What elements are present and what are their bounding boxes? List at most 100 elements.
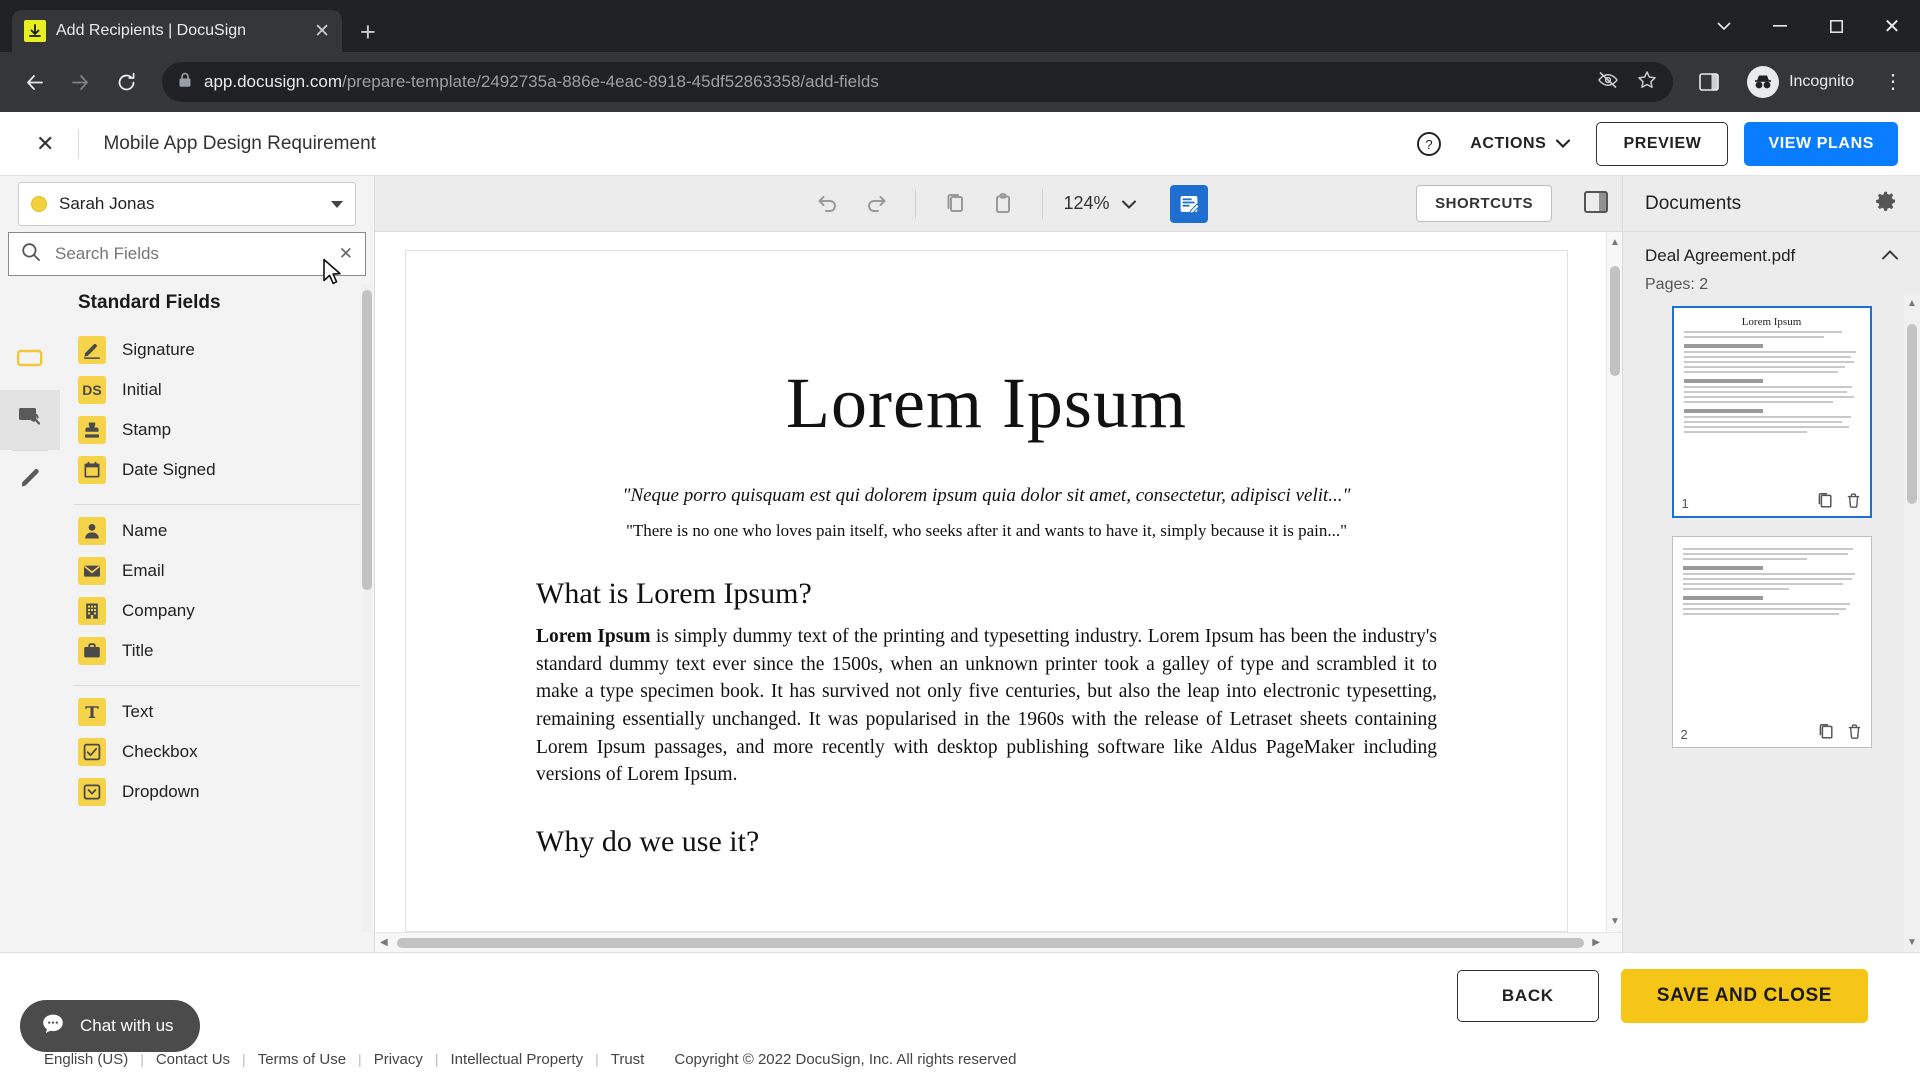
- field-view-icon[interactable]: [1169, 184, 1208, 223]
- search-fields-box[interactable]: ✕: [8, 232, 366, 276]
- save-and-close-button[interactable]: SAVE AND CLOSE: [1620, 968, 1868, 1023]
- document-horizontal-scrollbar[interactable]: ◀ ▶: [375, 932, 1622, 952]
- fields-scrollbar[interactable]: [362, 284, 372, 932]
- help-circle-icon[interactable]: ?: [1416, 131, 1442, 157]
- recipient-select[interactable]: Sarah Jonas: [18, 182, 356, 226]
- browser-tab[interactable]: Add Recipients | DocuSign ✕: [12, 10, 342, 52]
- document-page-1[interactable]: Lorem Ipsum "Neque porro quisquam est qu…: [405, 250, 1568, 932]
- incognito-profile-button[interactable]: Incognito: [1743, 62, 1866, 102]
- document-vertical-scrollbar[interactable]: ▲ ▼: [1606, 232, 1622, 932]
- fields-list-scroll[interactable]: Standard Fields Signature DS Initial Sta…: [60, 276, 374, 952]
- duplicate-icon[interactable]: [1817, 723, 1834, 745]
- rail-button-fields[interactable]: [0, 330, 60, 390]
- side-panel-icon[interactable]: [1689, 62, 1729, 102]
- arrow-left-icon[interactable]: [14, 62, 54, 102]
- thumbnails-scrollbar[interactable]: ▲ ▼: [1904, 294, 1920, 952]
- scroll-up-arrow[interactable]: ▲: [1607, 237, 1622, 248]
- trust-link[interactable]: Trust: [611, 1051, 645, 1068]
- copy-icon[interactable]: [938, 187, 972, 221]
- wrench-screen-icon: [17, 405, 43, 436]
- shortcuts-button[interactable]: SHORTCUTS: [1416, 185, 1552, 222]
- maximize-button[interactable]: [1808, 0, 1864, 52]
- trash-icon[interactable]: [1845, 492, 1862, 514]
- field-item-checkbox[interactable]: Checkbox: [74, 732, 360, 772]
- rail-button-annotate[interactable]: [0, 451, 60, 511]
- field-item-stamp[interactable]: Stamp: [74, 410, 360, 450]
- gear-icon[interactable]: [1874, 189, 1898, 218]
- chevron-down-icon[interactable]: [1696, 0, 1752, 52]
- field-item-name[interactable]: Name: [74, 511, 360, 551]
- document-entry-row[interactable]: Deal Agreement.pdf: [1645, 246, 1898, 266]
- privacy-link[interactable]: Privacy: [374, 1051, 423, 1068]
- star-icon[interactable]: [1637, 70, 1657, 95]
- field-item-initial[interactable]: DS Initial: [74, 370, 360, 410]
- search-input[interactable]: [55, 244, 325, 264]
- browser-tab-bar: Add Recipients | DocuSign ✕ + ✕: [0, 0, 1920, 52]
- undo-icon[interactable]: [811, 187, 845, 221]
- field-rect-icon: [17, 348, 43, 373]
- window-controls: ✕: [1696, 0, 1920, 52]
- recipient-bar: Sarah Jonas: [0, 176, 374, 232]
- reload-icon[interactable]: [106, 62, 146, 102]
- kebab-menu-icon[interactable]: ⋮: [1880, 72, 1906, 92]
- field-label: Date Signed: [122, 460, 216, 479]
- field-item-date-signed[interactable]: Date Signed: [74, 450, 360, 490]
- scrollbar-thumb[interactable]: [397, 938, 1584, 948]
- pages-count: Pages: 2: [1645, 276, 1709, 293]
- field-item-title[interactable]: Title: [74, 631, 360, 671]
- address-bar[interactable]: app.docusign.com/prepare-template/249273…: [162, 62, 1674, 102]
- contact-us-link[interactable]: Contact Us: [156, 1051, 230, 1068]
- browser-omnibox-bar: app.docusign.com/prepare-template/249273…: [0, 52, 1920, 112]
- field-item-signature[interactable]: Signature: [74, 330, 360, 370]
- actions-menu-button[interactable]: ACTIONS: [1470, 135, 1571, 153]
- terms-of-use-link[interactable]: Terms of Use: [258, 1051, 346, 1068]
- fields-sidebar: Sarah Jonas ✕: [0, 176, 375, 952]
- view-plans-button[interactable]: VIEW PLANS: [1744, 121, 1898, 166]
- thumbnail-actions: [1816, 492, 1862, 514]
- docusign-app: ✕ Mobile App Design Requirement ? ACTION…: [0, 112, 1920, 1080]
- panel-toggle-icon[interactable]: [1582, 188, 1610, 221]
- document-file-name: Deal Agreement.pdf: [1645, 246, 1796, 265]
- window-close-button[interactable]: ✕: [1864, 0, 1920, 52]
- zoom-level-selector[interactable]: 124%: [1043, 193, 1155, 214]
- close-icon[interactable]: ✕: [339, 244, 353, 264]
- thumbnail-actions: [1817, 723, 1863, 745]
- preview-button[interactable]: PREVIEW: [1596, 121, 1729, 166]
- close-icon[interactable]: ✕: [22, 131, 68, 157]
- page-thumbnail-2[interactable]: 2: [1671, 536, 1872, 748]
- scroll-up-arrow[interactable]: ▲: [1904, 298, 1920, 309]
- field-item-company[interactable]: Company: [74, 591, 360, 631]
- chevron-down-icon: [1121, 193, 1136, 214]
- scrollbar-thumb[interactable]: [1907, 324, 1917, 504]
- minimize-button[interactable]: [1752, 0, 1808, 52]
- field-item-text[interactable]: Text: [74, 692, 360, 732]
- scroll-right-arrow[interactable]: ▶: [1592, 937, 1600, 948]
- person-icon: [78, 517, 106, 545]
- redo-icon[interactable]: [859, 187, 893, 221]
- arrow-right-icon[interactable]: [60, 62, 100, 102]
- chevron-up-icon[interactable]: [1882, 247, 1898, 265]
- search-row: ✕: [0, 232, 374, 276]
- scrollbar-thumb[interactable]: [362, 290, 372, 590]
- page-thumbnail-1[interactable]: Lorem Ipsum 1: [1671, 306, 1872, 518]
- scroll-left-arrow[interactable]: ◀: [380, 937, 388, 948]
- duplicate-icon[interactable]: [1816, 492, 1833, 514]
- documents-panel-header: Documents: [1623, 176, 1920, 232]
- field-item-email[interactable]: Email: [74, 551, 360, 591]
- chat-with-us-button[interactable]: Chat with us: [20, 1000, 200, 1052]
- intellectual-property-link[interactable]: Intellectual Property: [451, 1051, 584, 1068]
- paste-icon[interactable]: [986, 187, 1020, 221]
- trash-icon[interactable]: [1846, 723, 1863, 745]
- scrollbar-thumb[interactable]: [1610, 266, 1620, 376]
- close-icon[interactable]: ✕: [314, 22, 330, 41]
- rail-button-settings[interactable]: [0, 390, 60, 450]
- svg-text:?: ?: [1426, 137, 1433, 152]
- language-selector[interactable]: English (US): [44, 1051, 128, 1068]
- scroll-down-arrow[interactable]: ▼: [1904, 937, 1920, 948]
- back-button[interactable]: BACK: [1456, 969, 1599, 1022]
- new-tab-button[interactable]: +: [360, 19, 376, 46]
- eye-off-icon[interactable]: [1597, 70, 1619, 95]
- scroll-down-arrow[interactable]: ▼: [1607, 916, 1622, 927]
- field-item-dropdown[interactable]: Dropdown: [74, 772, 360, 812]
- document-canvas[interactable]: Lorem Ipsum "Neque porro quisquam est qu…: [375, 232, 1622, 932]
